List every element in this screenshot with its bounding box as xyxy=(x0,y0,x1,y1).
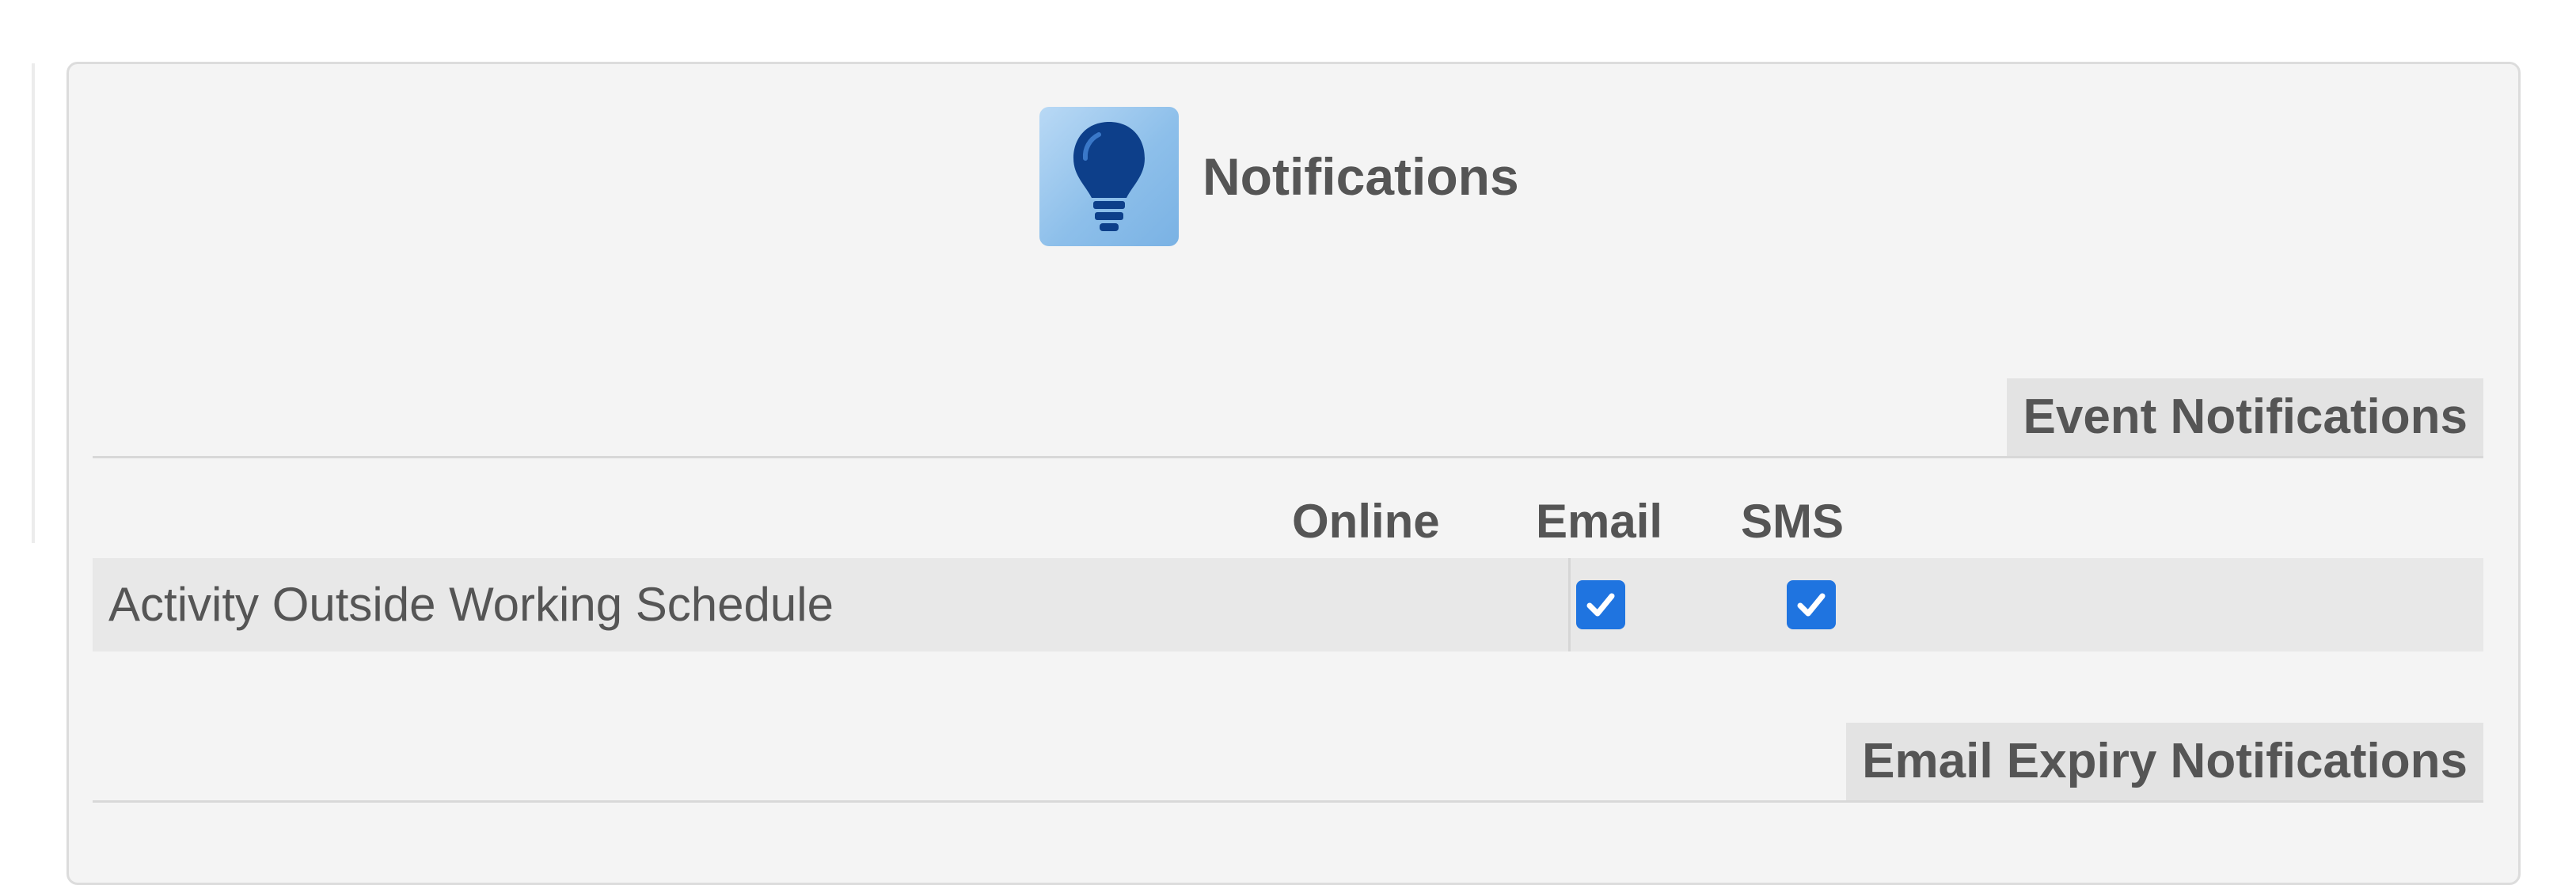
table-row: Activity Outside Working Schedule xyxy=(93,558,2483,651)
row-label: Activity Outside Working Schedule xyxy=(108,578,834,631)
notifications-panel: Notifications Event Notifications Online… xyxy=(66,62,2521,885)
page-title: Notifications xyxy=(1203,147,1519,206)
email-checkbox[interactable] xyxy=(1576,580,1625,629)
left-edge-strip xyxy=(32,63,35,543)
checkmark-icon xyxy=(1797,593,1826,617)
column-header-online: Online xyxy=(1292,495,1440,548)
section-divider xyxy=(93,800,2483,803)
panel-header: Notifications xyxy=(1039,105,1519,248)
column-header-email: Email xyxy=(1536,495,1663,548)
section-title-event-notifications: Event Notifications xyxy=(2007,378,2483,456)
sms-checkbox[interactable] xyxy=(1787,580,1836,629)
lightbulb-icon xyxy=(1039,107,1179,246)
column-divider xyxy=(1568,558,1571,651)
checkmark-icon xyxy=(1586,593,1615,617)
column-header-sms: SMS xyxy=(1741,495,1845,548)
section-title-email-expiry-notifications: Email Expiry Notifications xyxy=(1846,723,2483,800)
section-divider xyxy=(93,456,2483,458)
